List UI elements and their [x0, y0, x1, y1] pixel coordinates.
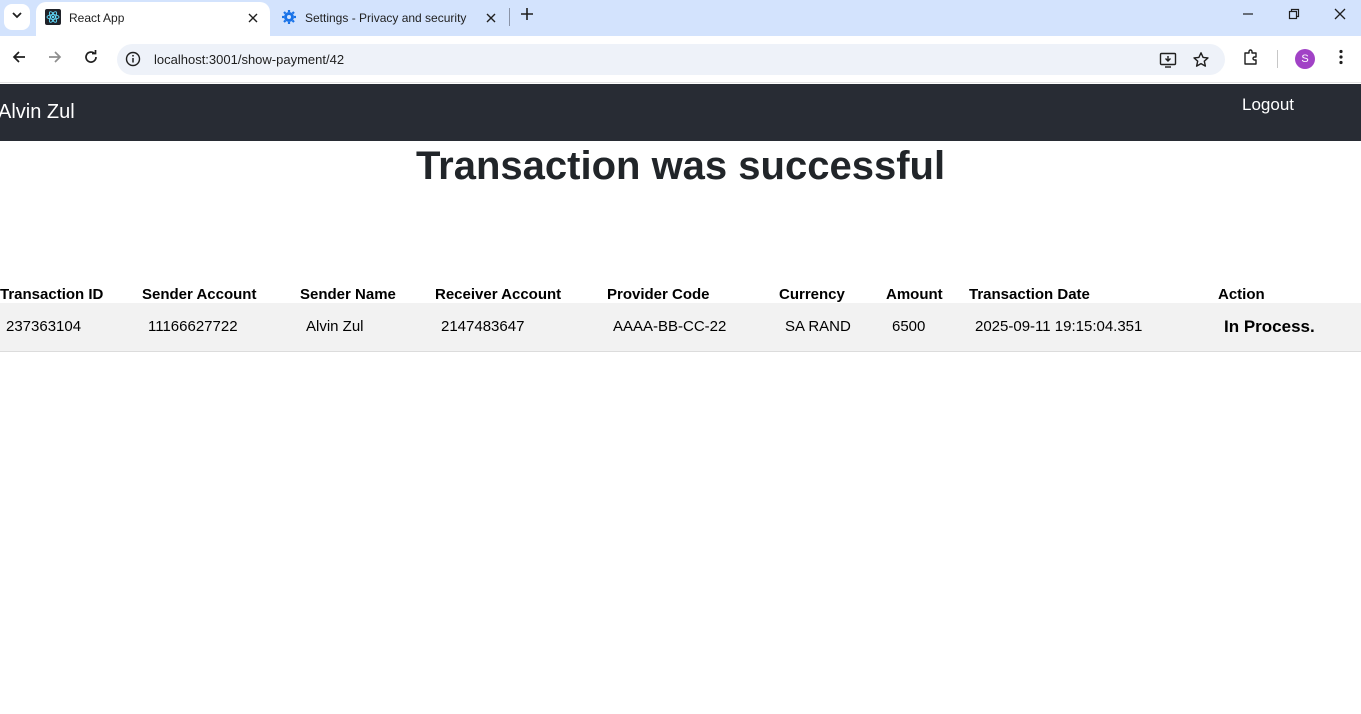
- address-bar[interactable]: localhost:3001/show-payment/42: [117, 44, 1225, 75]
- action-status-cell: In Process.: [1218, 303, 1361, 352]
- column-header: Receiver Account: [435, 286, 562, 303]
- restore-button[interactable]: [1281, 4, 1307, 28]
- minimize-icon: [1242, 7, 1254, 25]
- toolbar-separator: [1277, 50, 1278, 68]
- column-header: Amount: [886, 286, 943, 303]
- plus-icon: [520, 7, 534, 26]
- page-title: Transaction was successful: [415, 144, 946, 188]
- column-header: Action: [1218, 286, 1265, 303]
- tab-title: Settings - Privacy and security: [305, 11, 467, 25]
- chevron-down-icon: [11, 8, 23, 26]
- sender-name-cell: Alvin Zul: [300, 303, 435, 352]
- column-header: Sender Account: [142, 286, 257, 303]
- forward-button[interactable]: [43, 47, 67, 71]
- reload-icon: [83, 49, 99, 70]
- window-close-button[interactable]: [1327, 4, 1353, 28]
- column-header: Provider Code: [607, 286, 710, 303]
- column-header: Transaction ID: [0, 286, 104, 303]
- browser-menu-button[interactable]: [1330, 48, 1352, 70]
- extensions-button[interactable]: [1240, 48, 1262, 70]
- column-header: Currency: [779, 286, 845, 303]
- install-app-icon[interactable]: [1158, 50, 1178, 70]
- transaction-id-cell: 237363104: [0, 303, 142, 352]
- restore-icon: [1288, 7, 1300, 25]
- amount-cell: 6500: [886, 303, 969, 352]
- table-header-row: Transaction ID Sender Account Sender Nam…: [0, 278, 1361, 303]
- arrow-right-icon: [47, 49, 63, 70]
- transaction-date-cell: 2025-09-11 19:15:04.351: [969, 303, 1218, 352]
- navbar-brand[interactable]: Alvin Zul: [0, 101, 75, 124]
- provider-code-cell: AAAA-BB-CC-22: [607, 303, 779, 352]
- logout-link[interactable]: Logout: [1242, 95, 1294, 115]
- app-navbar: Alvin Zul Logout: [0, 84, 1361, 141]
- more-vert-icon: [1339, 49, 1343, 70]
- receiver-account-cell: 2147483647: [435, 303, 607, 352]
- column-header: Sender Name: [300, 286, 396, 303]
- close-icon: [1334, 7, 1346, 25]
- tab-react-app[interactable]: React App: [36, 2, 270, 36]
- gear-icon: [281, 9, 297, 25]
- minimize-button[interactable]: [1235, 4, 1261, 28]
- site-info-icon[interactable]: [125, 51, 141, 67]
- url-text: localhost:3001/show-payment/42: [154, 52, 345, 67]
- browser-toolbar: localhost:3001/show-payment/42 S: [0, 36, 1361, 83]
- bookmark-star-icon[interactable]: [1191, 50, 1211, 70]
- new-tab-button[interactable]: [516, 5, 538, 27]
- tab-search-button[interactable]: [4, 4, 30, 30]
- tab-settings[interactable]: Settings - Privacy and security: [272, 2, 508, 36]
- profile-avatar[interactable]: S: [1295, 49, 1315, 69]
- close-icon[interactable]: [482, 9, 500, 27]
- close-icon[interactable]: [244, 9, 262, 27]
- react-icon: [45, 9, 61, 25]
- puzzle-icon: [1242, 48, 1260, 71]
- back-button[interactable]: [7, 47, 31, 71]
- column-header: Transaction Date: [969, 286, 1090, 303]
- table-row: 237363104 11166627722 Alvin Zul 21474836…: [0, 303, 1361, 352]
- transaction-table: Transaction ID Sender Account Sender Nam…: [0, 278, 1361, 352]
- sender-account-cell: 11166627722: [142, 303, 300, 352]
- browser-tabstrip: React App Settings - Privacy and securit…: [0, 0, 1361, 36]
- currency-cell: SA RAND: [779, 303, 886, 352]
- reload-button[interactable]: [79, 47, 103, 71]
- tab-title: React App: [69, 11, 125, 25]
- tab-separator: [509, 8, 510, 26]
- arrow-left-icon: [11, 49, 27, 70]
